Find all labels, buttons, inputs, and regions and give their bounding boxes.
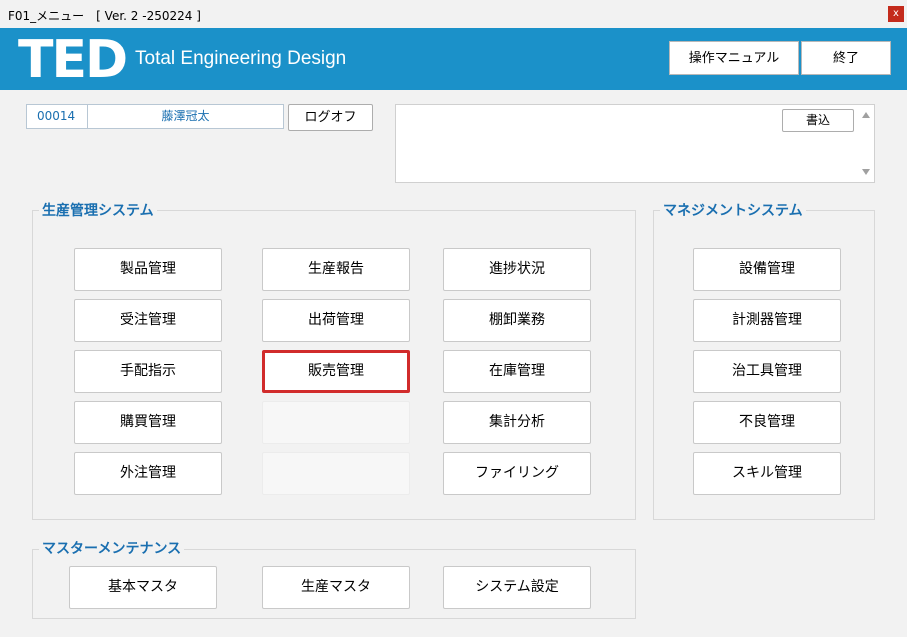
sales-management-button[interactable]: 販売管理 <box>262 350 410 393</box>
inventory-count-button[interactable]: 棚卸業務 <box>443 299 591 342</box>
empty-slot-button <box>262 401 410 444</box>
manual-button[interactable]: 操作マニュアル <box>669 41 799 75</box>
outsource-management-button[interactable]: 外注管理 <box>74 452 222 495</box>
system-settings-button[interactable]: システム設定 <box>443 566 591 609</box>
window-title: F01_メニュー [ Ver. 2 -250224 ] <box>8 9 201 23</box>
product-management-button[interactable]: 製品管理 <box>74 248 222 291</box>
production-report-button[interactable]: 生産報告 <box>262 248 410 291</box>
user-name-field: 藤澤冠太 <box>87 104 284 129</box>
instrument-management-button[interactable]: 計測器管理 <box>693 299 841 342</box>
defect-management-button[interactable]: 不良管理 <box>693 401 841 444</box>
basic-master-button[interactable]: 基本マスタ <box>69 566 217 609</box>
empty-slot-button <box>262 452 410 495</box>
arrangement-button[interactable]: 手配指示 <box>74 350 222 393</box>
aggregate-analysis-button[interactable]: 集計分析 <box>443 401 591 444</box>
purchase-management-button[interactable]: 購買管理 <box>74 401 222 444</box>
scroll-down-icon[interactable] <box>862 169 870 175</box>
progress-status-button[interactable]: 進捗状況 <box>443 248 591 291</box>
user-code-field: 00014 <box>26 104 88 129</box>
production-group-title: 生産管理システム <box>39 200 157 220</box>
production-master-button[interactable]: 生産マスタ <box>262 566 410 609</box>
logoff-button[interactable]: ログオフ <box>288 104 373 131</box>
ted-logo: TED <box>18 30 128 90</box>
header-banner: TED Total Engineering Design 操作マニュアル 終了 <box>0 28 907 90</box>
title-bar: F01_メニュー [ Ver. 2 -250224 ] x <box>0 0 907 28</box>
skill-management-button[interactable]: スキル管理 <box>693 452 841 495</box>
order-management-button[interactable]: 受注管理 <box>74 299 222 342</box>
exit-button[interactable]: 終了 <box>801 41 891 75</box>
tool-management-button[interactable]: 治工具管理 <box>693 350 841 393</box>
equipment-management-button[interactable]: 設備管理 <box>693 248 841 291</box>
master-group-title: マスターメンテナンス <box>39 538 185 558</box>
close-button[interactable]: x <box>888 6 904 22</box>
memo-box[interactable]: 書込 <box>395 104 875 183</box>
scroll-up-icon[interactable] <box>862 112 870 118</box>
app-subtitle: Total Engineering Design <box>135 48 347 69</box>
filing-button[interactable]: ファイリング <box>443 452 591 495</box>
memo-scrollbar[interactable] <box>858 105 874 182</box>
shipping-management-button[interactable]: 出荷管理 <box>262 299 410 342</box>
write-button[interactable]: 書込 <box>782 109 854 132</box>
management-group-title: マネジメントシステム <box>660 200 806 220</box>
stock-management-button[interactable]: 在庫管理 <box>443 350 591 393</box>
